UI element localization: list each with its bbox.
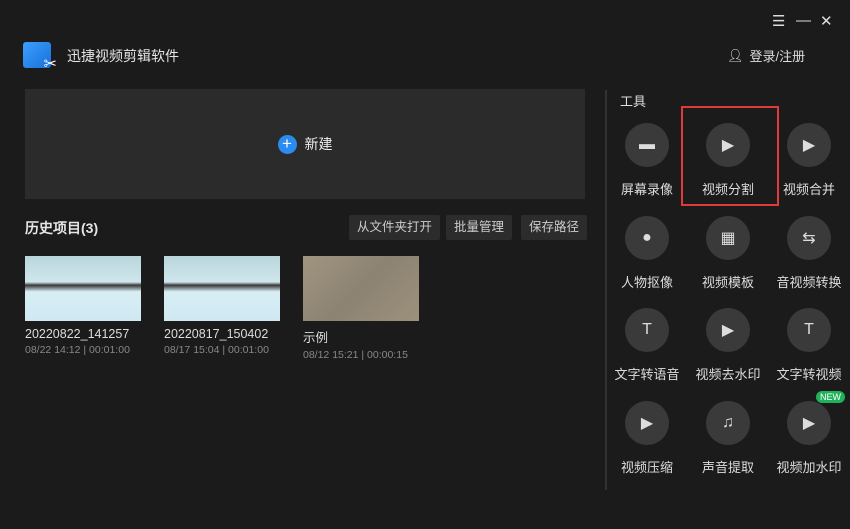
- video-merge-icon: ▶: [787, 123, 831, 167]
- tool-label: 视频去水印: [695, 367, 761, 382]
- av-convert-icon: ⇆: [787, 216, 831, 260]
- tool-remove-watermark[interactable]: ▶ 视频去水印: [687, 308, 769, 383]
- new-project-label: 新建: [304, 136, 333, 152]
- tool-add-watermark[interactable]: ▶ NEW 视频加水印: [768, 391, 850, 476]
- item-meta: 08/22 14:12 | 00:01:00: [25, 344, 130, 356]
- tool-label: 文字转语音: [614, 367, 680, 382]
- tool-label: 人物抠像: [620, 275, 673, 290]
- text-to-video-icon: T: [787, 308, 831, 352]
- login-label: 登录/注册: [749, 49, 806, 64]
- batch-manage-button[interactable]: 批量管理: [446, 215, 513, 240]
- tool-text-to-speech[interactable]: T 文字转语音: [606, 308, 688, 383]
- video-thumbnail[interactable]: [303, 256, 419, 321]
- tool-label: 视频合并: [782, 182, 835, 197]
- item-name: 20220822_141257: [25, 327, 130, 341]
- plus-icon: +: [277, 134, 297, 154]
- tool-label: 声音提取: [701, 460, 754, 475]
- video-compress-icon: ▶: [625, 401, 669, 445]
- tool-label: 视频分割: [701, 182, 754, 197]
- item-meta: 08/12 15:21 | 00:00:15: [303, 349, 408, 361]
- tool-label: 视频加水印: [776, 460, 842, 475]
- video-split-icon: ▶: [706, 123, 750, 167]
- item-name: 示例: [303, 331, 329, 345]
- close-button[interactable]: ✕: [820, 12, 833, 30]
- history-item[interactable]: 示例 08/12 15:21 | 00:00:15: [303, 256, 419, 361]
- tools-title: 工具: [620, 94, 647, 109]
- tool-screen-record[interactable]: ▬ 屏幕录像: [606, 123, 688, 198]
- tool-label: 视频压缩: [620, 460, 673, 475]
- tool-video-split[interactable]: ▶ 视频分割: [687, 123, 769, 198]
- history-item[interactable]: 20220822_141257 08/22 14:12 | 00:01:00: [25, 256, 141, 356]
- new-badge: NEW: [816, 391, 845, 403]
- app-title: 迅捷视频剪辑软件: [67, 48, 179, 64]
- app-logo-icon: [23, 42, 57, 74]
- tool-label: 文字转视频: [776, 367, 842, 382]
- video-thumbnail[interactable]: [164, 256, 280, 321]
- tool-audio-extract[interactable]: ♫ 声音提取: [687, 401, 769, 476]
- tool-video-template[interactable]: ▦ 视频模板: [687, 216, 769, 291]
- add-watermark-icon: ▶ NEW: [787, 391, 845, 445]
- screen-record-icon: ▬: [625, 123, 669, 167]
- audio-extract-icon: ♫: [706, 401, 750, 445]
- history-item[interactable]: 20220817_150402 08/17 15:04 | 00:01:00: [164, 256, 280, 356]
- login-button[interactable]: 👤︎ 登录/注册: [727, 46, 805, 65]
- minimize-button[interactable]: —: [796, 12, 811, 29]
- item-meta: 08/17 15:04 | 00:01:00: [164, 344, 269, 356]
- portrait-matting-icon: ●: [625, 216, 669, 260]
- video-thumbnail[interactable]: [25, 256, 141, 321]
- tool-av-convert[interactable]: ⇆ 音视频转换: [768, 216, 850, 291]
- tool-video-merge[interactable]: ▶ 视频合并: [768, 123, 850, 198]
- tool-text-to-video[interactable]: T 文字转视频: [768, 308, 850, 383]
- text-to-speech-icon: T: [625, 308, 669, 352]
- tool-label: 屏幕录像: [620, 182, 673, 197]
- open-folder-button[interactable]: 从文件夹打开: [349, 215, 441, 240]
- remove-watermark-icon: ▶: [706, 308, 750, 352]
- save-path-button[interactable]: 保存路径: [521, 215, 588, 240]
- tool-label: 音视频转换: [776, 275, 842, 290]
- menu-icon[interactable]: ☰: [772, 12, 785, 30]
- user-icon: 👤︎: [727, 47, 744, 63]
- tool-video-compress[interactable]: ▶ 视频压缩: [606, 401, 688, 476]
- video-template-icon: ▦: [706, 216, 750, 260]
- tool-portrait-matting[interactable]: ● 人物抠像: [606, 216, 688, 291]
- item-name: 20220817_150402: [164, 327, 269, 341]
- new-project-button[interactable]: + 新建: [25, 89, 585, 199]
- tool-label: 视频模板: [701, 275, 754, 290]
- history-title: 历史项目(3): [25, 220, 99, 236]
